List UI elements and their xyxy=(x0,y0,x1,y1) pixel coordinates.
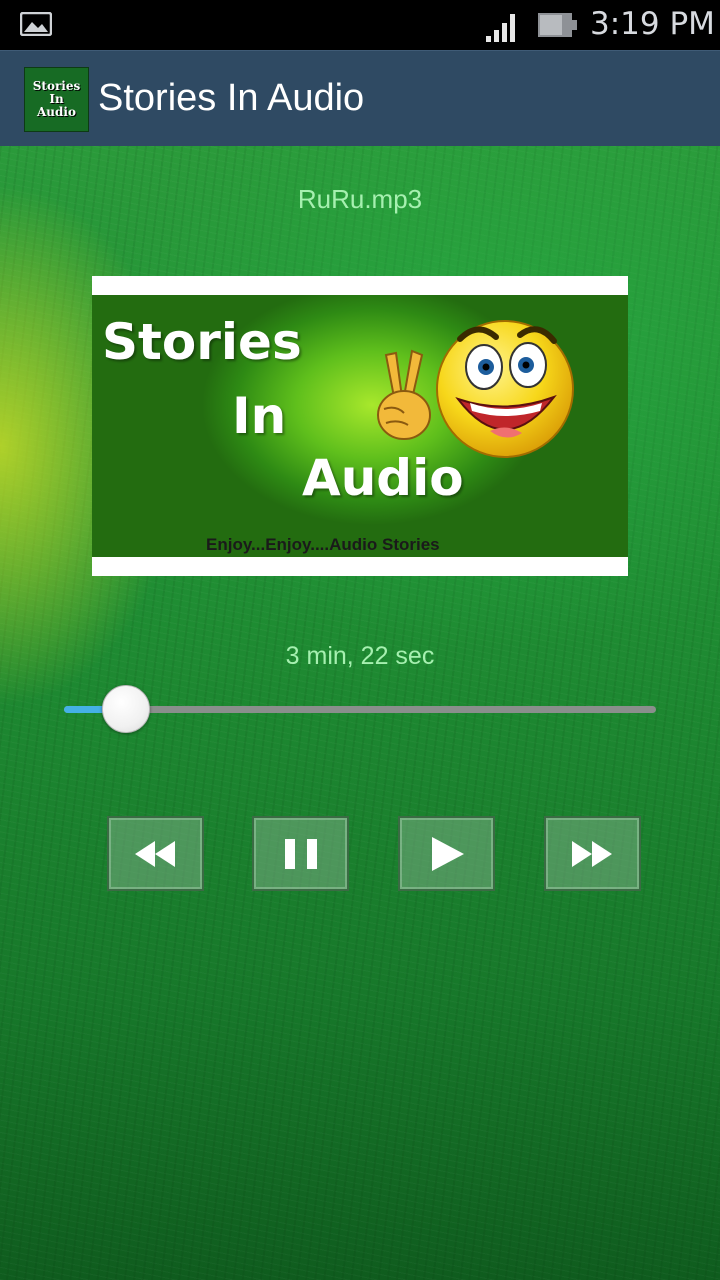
rewind-icon xyxy=(135,841,175,867)
album-art-word-2: In xyxy=(232,387,287,445)
smiley-face-icon xyxy=(436,320,574,458)
seek-bar[interactable] xyxy=(64,706,656,713)
play-button[interactable] xyxy=(398,816,495,891)
app-logo[interactable]: Stories In Audio xyxy=(24,67,89,132)
album-art: Stories In Audio Enjoy...Enjoy....Audio … xyxy=(92,295,628,557)
seek-bar-thumb[interactable] xyxy=(102,685,150,733)
track-duration: 3 min, 22 sec xyxy=(285,642,435,670)
action-bar: Stories In Audio Stories In Audio xyxy=(0,50,720,147)
album-art-tagline: Enjoy...Enjoy....Audio Stories xyxy=(206,535,440,554)
fast-forward-button[interactable] xyxy=(544,816,641,891)
status-bar: 3:19 PM xyxy=(0,0,720,50)
rewind-button[interactable] xyxy=(107,816,204,891)
signal-icon xyxy=(486,14,515,42)
fast-forward-icon xyxy=(572,841,612,867)
track-file-name: RuRu.mp3 xyxy=(297,184,423,214)
status-time: 3:19 PM xyxy=(590,6,715,42)
album-art-word-1: Stories xyxy=(102,313,302,371)
app-title: Stories In Audio xyxy=(98,77,365,119)
pause-icon xyxy=(285,839,317,869)
album-art-frame: Stories In Audio Enjoy...Enjoy....Audio … xyxy=(92,276,628,576)
play-icon xyxy=(432,837,464,871)
image-notification-icon xyxy=(20,12,52,36)
pause-button[interactable] xyxy=(252,816,349,891)
peace-hand-icon xyxy=(377,349,431,440)
app-logo-line-3: Audio xyxy=(37,105,76,119)
battery-icon xyxy=(538,13,577,37)
